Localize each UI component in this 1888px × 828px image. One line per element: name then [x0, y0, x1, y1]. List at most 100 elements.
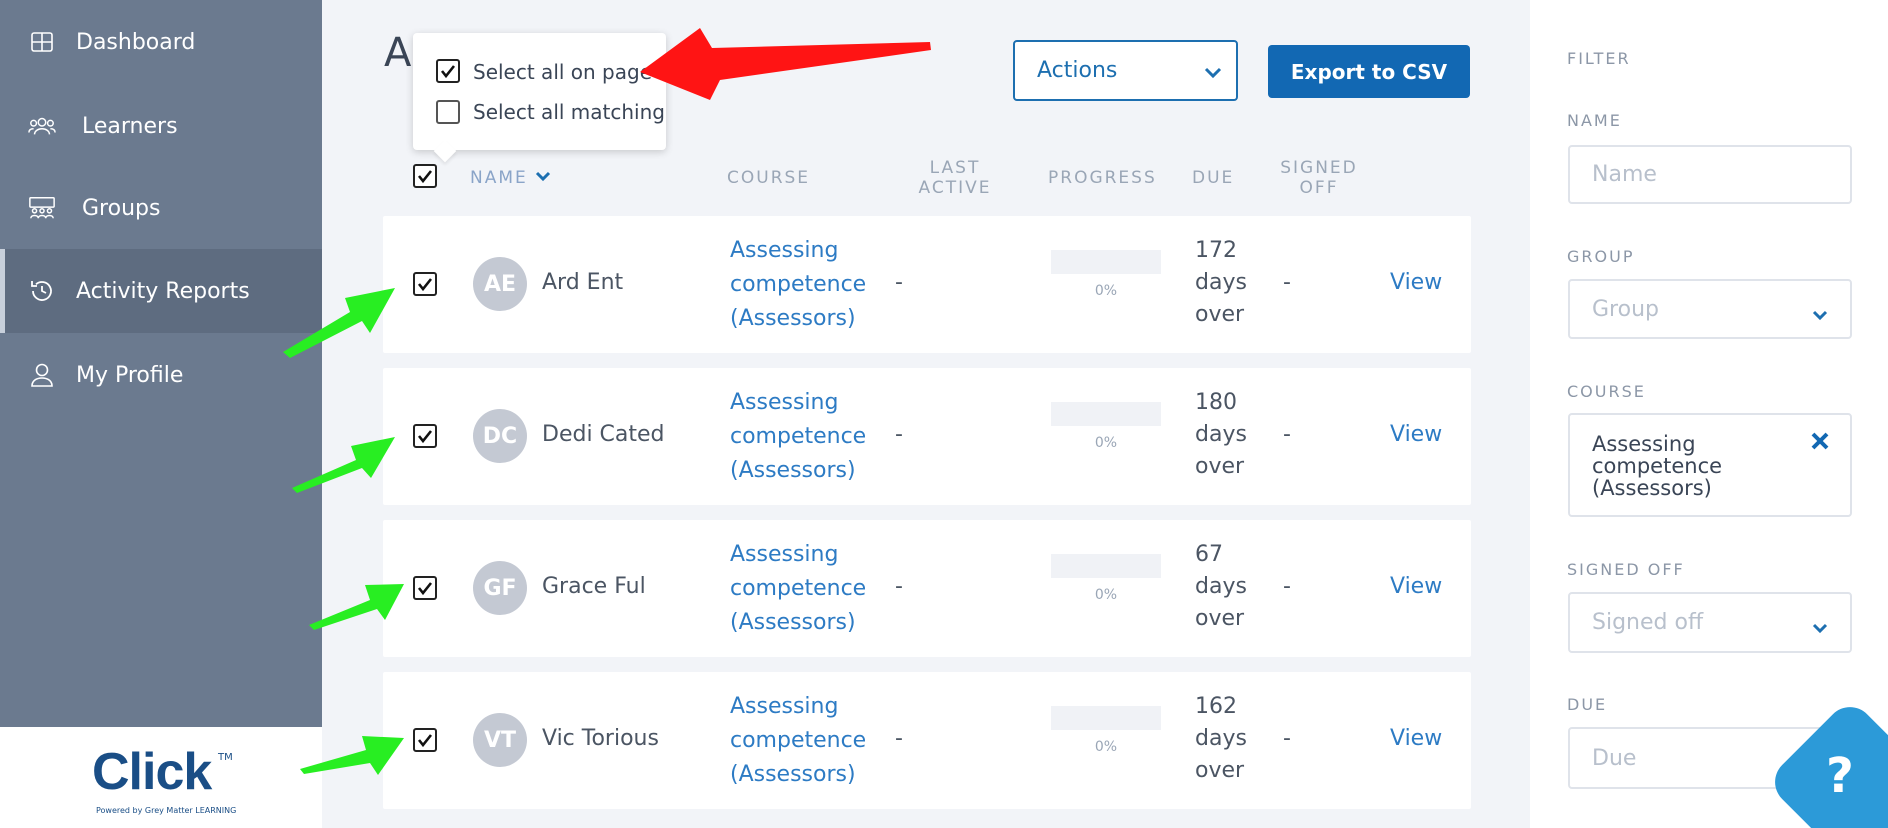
due-line3: over	[1195, 758, 1245, 783]
select-all-matching-checkbox[interactable]	[436, 100, 460, 124]
avatar: AE	[473, 257, 527, 311]
progress-bar	[1051, 250, 1161, 274]
filter-signed-off-label: SIGNED OFF	[1567, 560, 1685, 579]
header-due: DUE	[1192, 168, 1235, 188]
row-checkbox[interactable]	[413, 576, 437, 600]
select-options-popup: Select all on page Select all matching	[413, 33, 666, 163]
due-line1: 67	[1195, 542, 1223, 567]
course-line2: competence	[730, 576, 867, 601]
last-active-value: -	[895, 574, 903, 599]
course-line2: competence	[730, 424, 867, 449]
learner-name: Grace Ful	[542, 574, 646, 599]
sidebar-item-groups[interactable]: Groups	[0, 166, 322, 250]
grid-icon	[28, 28, 56, 56]
due-value: 180 days over	[1195, 387, 1247, 483]
header-last-active-line2: ACTIVE	[918, 178, 992, 198]
last-active-value: -	[895, 726, 903, 751]
export-csv-button[interactable]: Export to CSV	[1268, 45, 1470, 98]
course-filter-line1: Assessing	[1592, 432, 1696, 456]
filter-heading: FILTER	[1567, 49, 1631, 68]
row-checkbox[interactable]	[413, 272, 437, 296]
course-link[interactable]: Assessing competence (Assessors)	[730, 690, 866, 792]
close-icon[interactable]	[1810, 431, 1830, 455]
header-signed-off-line2: OFF	[1299, 178, 1339, 198]
signed-off-filter-select[interactable]: Signed off	[1568, 592, 1852, 653]
view-link[interactable]: View	[1390, 574, 1442, 599]
select-all-matching-option[interactable]: Select all matching	[473, 100, 665, 124]
actions-dropdown[interactable]: Actions	[1013, 40, 1238, 101]
progress-bar	[1051, 402, 1161, 426]
learner-name: Ard Ent	[542, 270, 624, 295]
actions-label: Actions	[1037, 58, 1118, 83]
check-icon	[417, 582, 433, 596]
due-line2: days	[1195, 270, 1247, 295]
view-link[interactable]: View	[1390, 422, 1442, 447]
course-line3: (Assessors)	[730, 610, 856, 635]
avatar: DC	[473, 409, 527, 463]
filter-due-label: DUE	[1567, 695, 1608, 714]
select-all-on-page-checkbox[interactable]	[436, 59, 460, 83]
signed-off-value: -	[1283, 726, 1291, 751]
course-link[interactable]: Assessing competence (Assessors)	[730, 538, 866, 640]
last-active-value: -	[895, 422, 903, 447]
check-icon	[417, 734, 433, 748]
course-line2: competence	[730, 272, 867, 297]
progress-percent: 0%	[1094, 739, 1118, 755]
sidebar: Dashboard Learners Groups Activity Repor…	[0, 0, 322, 828]
select-all-on-page-option[interactable]: Select all on page	[473, 60, 652, 84]
course-line1: Assessing	[730, 694, 839, 719]
help-icon[interactable]: ?	[1826, 748, 1854, 804]
signed-off-filter-value: Signed off	[1592, 610, 1704, 635]
due-line1: 162	[1195, 694, 1237, 719]
sidebar-item-label: My Profile	[76, 362, 184, 388]
name-filter-placeholder: Name	[1592, 162, 1657, 187]
row-checkbox[interactable]	[413, 424, 437, 448]
row-checkbox[interactable]	[413, 728, 437, 752]
course-filter-chip[interactable]: Assessing competence (Assessors)	[1568, 413, 1852, 517]
filter-course-label: COURSE	[1567, 382, 1646, 401]
due-filter-placeholder: Due	[1592, 745, 1637, 771]
group-filter-select[interactable]: Group	[1568, 279, 1852, 339]
due-line3: over	[1195, 302, 1245, 327]
signed-off-value: -	[1283, 574, 1291, 599]
due-line2: days	[1195, 422, 1247, 447]
sort-chevron-icon[interactable]	[535, 171, 551, 183]
avatar: GF	[473, 561, 527, 615]
select-all-checkbox[interactable]	[413, 164, 437, 188]
sidebar-item-activity-reports[interactable]: Activity Reports	[0, 249, 322, 333]
course-link[interactable]: Assessing competence (Assessors)	[730, 234, 866, 336]
logo-subtitle: Powered by Grey Matter LEARNING	[96, 806, 237, 815]
sidebar-item-my-profile[interactable]: My Profile	[0, 333, 322, 417]
check-icon	[417, 278, 433, 292]
chevron-down-icon	[1812, 616, 1828, 641]
chevron-down-icon	[1812, 303, 1828, 328]
signed-off-value: -	[1283, 270, 1291, 295]
last-active-value: -	[895, 270, 903, 295]
course-line1: Assessing	[730, 238, 839, 263]
view-link[interactable]: View	[1390, 726, 1442, 751]
due-line3: over	[1195, 606, 1245, 631]
name-filter-input[interactable]: Name	[1568, 145, 1852, 204]
avatar: VT	[473, 713, 527, 767]
header-name[interactable]: NAME	[470, 168, 528, 188]
progress-percent: 0%	[1094, 587, 1118, 603]
sidebar-item-dashboard[interactable]: Dashboard	[0, 0, 322, 84]
due-line1: 172	[1195, 238, 1237, 263]
sidebar-item-learners[interactable]: Learners	[0, 84, 322, 168]
header-signed-off-line1: SIGNED	[1280, 158, 1358, 178]
course-filter-line2: competence	[1592, 454, 1723, 478]
due-line1: 180	[1195, 390, 1237, 415]
course-link[interactable]: Assessing competence (Assessors)	[730, 386, 866, 488]
filter-name-label: NAME	[1567, 111, 1622, 130]
due-value: 162 days over	[1195, 691, 1247, 787]
history-icon	[28, 277, 56, 305]
view-link[interactable]: View	[1390, 270, 1442, 295]
group-filter-value: Group	[1592, 296, 1659, 322]
check-icon	[417, 170, 433, 184]
course-line3: (Assessors)	[730, 306, 856, 331]
learner-name: Dedi Cated	[542, 422, 665, 447]
groups-icon	[28, 194, 56, 222]
course-line1: Assessing	[730, 390, 839, 415]
progress-percent: 0%	[1094, 435, 1118, 451]
logo: Click	[92, 743, 212, 801]
